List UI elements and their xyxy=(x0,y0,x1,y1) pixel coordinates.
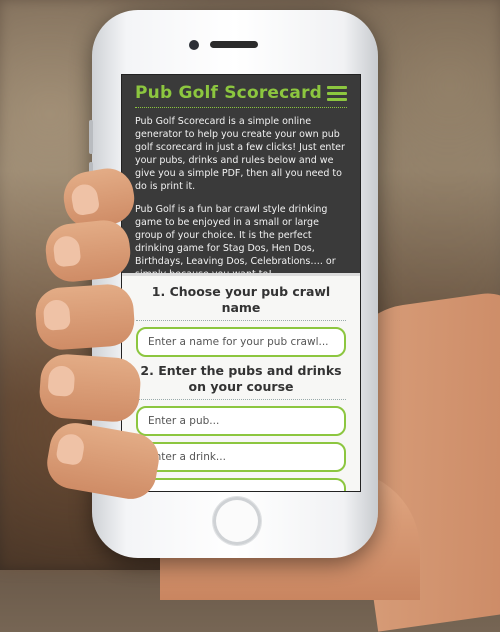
drink-input[interactable] xyxy=(136,442,346,472)
divider xyxy=(136,320,346,321)
fingernail xyxy=(52,234,82,268)
earpiece-speaker xyxy=(210,41,258,48)
fingernail xyxy=(69,182,101,217)
volume-up-button xyxy=(89,120,93,154)
step-2-title: 2. Enter the pubs and drinks on your cou… xyxy=(140,363,342,394)
home-button[interactable] xyxy=(213,497,261,545)
step-1-title: 1. Choose your pub crawl name xyxy=(151,284,331,315)
pub-crawl-name-input[interactable] xyxy=(136,327,346,357)
hamburger-menu-icon[interactable] xyxy=(327,85,347,101)
title-row: Pub Golf Scorecard xyxy=(135,83,347,108)
intro-paragraph-1: Pub Golf Scorecard is a simple online ge… xyxy=(135,116,345,192)
pub-input[interactable] xyxy=(136,406,346,436)
fingernail xyxy=(42,299,71,331)
intro-paragraph-2: Pub Golf is a fun bar crawl style drinki… xyxy=(135,204,336,280)
finger xyxy=(33,282,137,352)
phone-screen: Pub Golf Scorecard Pub Golf Scorecard is… xyxy=(121,74,361,492)
finger xyxy=(37,352,143,424)
site-title: Pub Golf Scorecard xyxy=(135,83,323,103)
front-camera xyxy=(189,40,199,50)
next-pub-input[interactable] xyxy=(136,478,346,491)
site-header: Pub Golf Scorecard Pub Golf Scorecard is… xyxy=(122,75,360,280)
fingernail xyxy=(55,432,86,467)
fingernail xyxy=(47,365,76,397)
intro-text: Pub Golf Scorecard is a simple online ge… xyxy=(135,115,347,281)
divider xyxy=(136,399,346,400)
